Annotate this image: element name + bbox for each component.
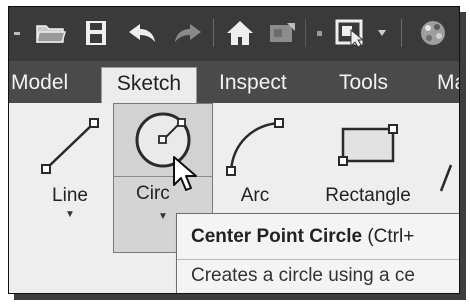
open-folder-icon[interactable] [33,18,69,48]
update-icon[interactable] [265,18,299,48]
tooltip-divider [177,259,459,260]
inventor-ribbon-screenshot: Model Sketch Inspect Tools Ma Line ▼ [8,6,460,294]
chevron-down-icon[interactable] [313,18,325,48]
tab-manage[interactable]: Ma [427,67,459,103]
line-button[interactable]: Line ▼ [37,107,103,247]
arc-icon [223,107,287,183]
line-icon [38,107,102,183]
line-label: Line [52,185,88,206]
rectangle-icon [333,107,403,183]
ribbon-tab-bar: Model Sketch Inspect Tools Ma [9,61,459,103]
redo-icon[interactable] [169,18,205,48]
tooltip-command-name: Center Point Circle [191,226,363,247]
tooltip-description: Creates a circle using a ce [191,265,415,286]
toolbar-separator [305,19,306,47]
toolbar-separator [213,19,214,47]
tooltip-title: Center Point Circle (Ctrl+ [191,226,414,248]
next-tool-partial-icon[interactable] [437,163,459,193]
mouse-cursor-icon [172,155,202,200]
tooltip-shortcut: (Ctrl+ [362,226,415,247]
toolbar-overflow-dot [13,18,21,48]
quick-access-toolbar [9,7,459,61]
undo-icon[interactable] [125,18,161,48]
toolbar-separator [401,19,402,47]
home-icon[interactable] [223,18,257,48]
appearance-icon[interactable] [413,18,453,48]
tab-inspect[interactable]: Inspect [209,67,297,103]
chevron-down-icon[interactable] [375,18,389,48]
tooltip: Center Point Circle (Ctrl+ Creates a cir… [176,213,459,293]
save-icon[interactable] [81,18,111,48]
tab-model[interactable]: Model [9,67,78,103]
tab-sketch[interactable]: Sketch [101,67,197,103]
circle-label: Circ [136,183,170,204]
arc-label: Arc [240,185,270,206]
tab-tools[interactable]: Tools [329,67,398,103]
chevron-down-icon: ▼ [158,211,168,222]
select-icon[interactable] [331,18,371,48]
rectangle-label: Rectangle [325,185,411,206]
line-dropdown-arrow[interactable]: ▼ [65,209,75,220]
